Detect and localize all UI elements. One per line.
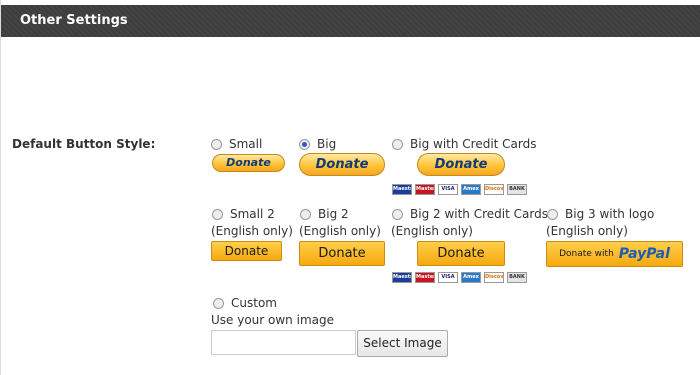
donate-big2-button[interactable]: Donate bbox=[299, 241, 385, 266]
donate-small2-button[interactable]: Donate bbox=[211, 241, 282, 261]
donate-with-paypal-button[interactable]: Donate with PayPal bbox=[546, 241, 683, 267]
radio-custom-label: Custom bbox=[231, 296, 277, 310]
amex-card-icon: Amex bbox=[461, 272, 481, 283]
visa-card-icon: VISA bbox=[438, 272, 458, 283]
radio-selected-icon[interactable] bbox=[299, 138, 310, 150]
radio-big-2-credit-cards[interactable]: Big 2 with Credit Cards bbox=[392, 207, 548, 221]
radio-small-label: Small bbox=[229, 137, 263, 151]
custom-image-hint: Use your own image bbox=[211, 313, 334, 327]
radio-big-2[interactable]: Big 2 bbox=[300, 207, 349, 221]
radio-big2-label: Big 2 bbox=[318, 207, 349, 221]
amex-card-icon: Amex bbox=[461, 184, 481, 195]
radio-big-label: Big bbox=[317, 137, 337, 151]
paypal-logo: PayPal bbox=[618, 246, 670, 262]
english-only-note: (English only) bbox=[546, 224, 628, 238]
radio-icon[interactable] bbox=[392, 208, 403, 220]
radio-icon[interactable] bbox=[392, 138, 403, 150]
maestro-card-icon: Maestro bbox=[392, 184, 412, 195]
radio-icon[interactable] bbox=[213, 297, 224, 309]
bank-icon: BANK bbox=[507, 184, 527, 195]
mastercard-icon: MasterCard bbox=[415, 184, 435, 195]
radio-icon[interactable] bbox=[547, 208, 558, 220]
english-only-note: (English only) bbox=[391, 224, 473, 238]
credit-card-logos: Maestro MasterCard VISA Amex Discover BA… bbox=[392, 184, 527, 195]
credit-card-logos-2: Maestro MasterCard VISA Amex Discover BA… bbox=[392, 272, 527, 283]
radio-icon[interactable] bbox=[211, 138, 222, 150]
radio-icon[interactable] bbox=[212, 208, 223, 220]
radio-custom[interactable]: Custom bbox=[213, 296, 277, 310]
discover-card-icon: Discover bbox=[484, 184, 504, 195]
radio-small[interactable]: Small bbox=[211, 137, 262, 151]
donate-big2-cc-button[interactable]: Donate bbox=[417, 241, 505, 266]
radio-small-2[interactable]: Small 2 bbox=[212, 207, 275, 221]
radio-small2-label: Small 2 bbox=[230, 207, 275, 221]
radio-big2-cc-label: Big 2 with Credit Cards bbox=[410, 207, 548, 221]
default-button-style-label: Default Button Style: bbox=[12, 137, 156, 151]
section-title: Other Settings bbox=[20, 13, 128, 28]
donate-small-button[interactable]: Donate bbox=[212, 154, 285, 172]
donate-big-cc-button[interactable]: Donate bbox=[417, 153, 505, 176]
radio-big[interactable]: Big bbox=[299, 137, 336, 151]
radio-big3-label: Big 3 with logo bbox=[565, 207, 655, 221]
visa-card-icon: VISA bbox=[438, 184, 458, 195]
donate-big-button[interactable]: Donate bbox=[299, 153, 385, 176]
other-settings-panel: Other Settings Default Button Style: Sma… bbox=[0, 0, 700, 375]
bank-icon: BANK bbox=[507, 272, 527, 283]
radio-icon[interactable] bbox=[300, 208, 311, 220]
radio-big-3-logo[interactable]: Big 3 with logo bbox=[547, 207, 654, 221]
radio-big-credit-cards[interactable]: Big with Credit Cards bbox=[392, 137, 537, 151]
maestro-card-icon: Maestro bbox=[392, 272, 412, 283]
donate-with-text: Donate with bbox=[559, 249, 614, 259]
english-only-note: (English only) bbox=[299, 224, 381, 238]
settings-header: Other Settings bbox=[1, 5, 700, 37]
radio-big-cc-label: Big with Credit Cards bbox=[410, 137, 537, 151]
english-only-note: (English only) bbox=[211, 224, 293, 238]
custom-image-input[interactable] bbox=[211, 330, 356, 355]
select-image-button[interactable]: Select Image bbox=[357, 330, 448, 357]
mastercard-icon: MasterCard bbox=[415, 272, 435, 283]
discover-card-icon: Discover bbox=[484, 272, 504, 283]
